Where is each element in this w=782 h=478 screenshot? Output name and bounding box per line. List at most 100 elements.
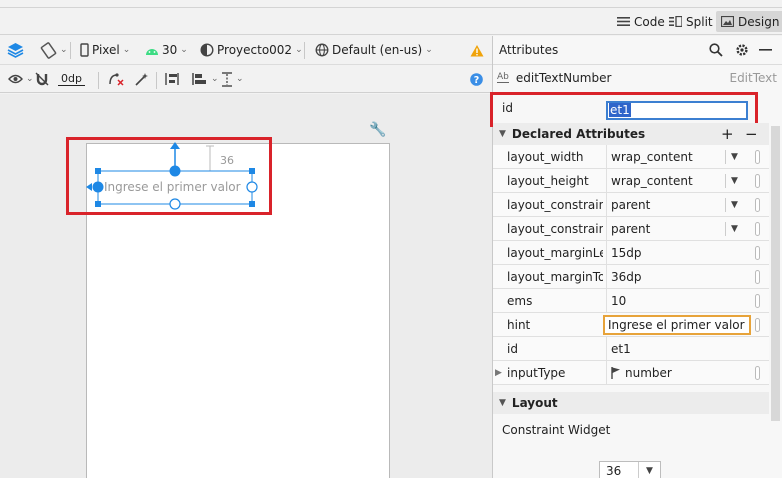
pack-button[interactable] [165,66,179,92]
component-header: Ab editTextNumber EditText [493,66,782,90]
autoconnect-toggle[interactable] [35,66,49,92]
attr-value[interactable]: 15dp [606,241,734,265]
rotate-icon [40,41,57,59]
attr-value[interactable]: 10 [606,289,734,313]
api-level-label: 30 [162,43,178,57]
constraint-margin-value: 36 [606,464,622,478]
layout-section-header[interactable]: ▼ Layout [493,392,769,414]
clear-constraints-icon [109,73,124,86]
attr-value[interactable]: number [606,361,734,385]
layers-button[interactable] [7,36,24,64]
warning-button[interactable] [470,36,484,64]
guidelines-button[interactable]: ⌄ [221,66,244,92]
chevron-down-icon: ⌄ [295,45,303,55]
search-icon[interactable] [709,43,723,57]
resource-picker-icon[interactable] [755,198,760,212]
resource-picker-icon[interactable] [755,294,760,308]
warning-icon [470,44,484,56]
view-options-button[interactable]: ⌄ [8,66,34,92]
chevron-down-icon: ⌄ [60,45,68,55]
resource-picker-icon[interactable] [755,150,760,164]
device-selector[interactable]: Pixel ⌄ [80,36,130,64]
magic-wand-icon [135,72,148,86]
add-attribute-icon[interactable]: + [721,125,734,143]
resource-picker-icon[interactable] [755,270,760,284]
align-button[interactable]: ⌄ [192,66,219,92]
attr-row-input-type[interactable]: ▶ inputType number [493,361,769,385]
window-top-strip [0,0,782,8]
attr-row-id[interactable]: id et1 [493,337,769,361]
clear-constraints-button[interactable] [108,66,124,92]
attr-row-ems[interactable]: ems 10 [493,289,769,313]
chevron-down-icon: ⌄ [180,45,188,55]
toolbar-divider [98,72,99,89]
chevron-down-icon: ⌄ [236,74,244,84]
attr-row-layout-height[interactable]: layout_height wrap_content ▼ [493,169,769,193]
attr-name: ems [507,294,533,308]
attr-name: layout_marginTop [507,270,603,284]
attr-row-layout-width[interactable]: layout_width wrap_content ▼ [493,145,769,169]
wrench-icon[interactable]: 🔧 [369,122,386,138]
attr-value[interactable]: wrap_content [606,145,734,169]
attr-row-layout-constraint-2[interactable]: layout_constrain... parent ▼ [493,217,769,241]
attr-value[interactable]: et1 [606,337,734,361]
design-canvas[interactable]: 🔧 36 Ingrese el primer valor [0,94,492,478]
gear-icon[interactable] [735,43,749,57]
attr-name: hint [507,318,531,332]
resource-picker-icon[interactable] [755,222,760,236]
default-margin-button[interactable]: 0dp [58,66,85,92]
attr-row-layout-margin-top[interactable]: layout_marginTop 36dp [493,265,769,289]
collapse-triangle-icon: ▼ [499,129,506,139]
locale-label: Default (en-us) [332,43,423,57]
component-name: editTextNumber [515,71,612,85]
attr-row-layout-constraint-1[interactable]: layout_constrain... parent ▼ [493,193,769,217]
orientation-button[interactable]: ⌄ [40,36,68,64]
view-mode-bar: Code Split Design [0,8,782,35]
code-view-button[interactable]: Code [612,11,670,32]
constraint-toolbar: ⌄ 0dp ⌄ ⌄ ? [0,66,492,93]
guideline-icon [222,71,232,87]
api-level-selector[interactable]: 30 ⌄ [145,36,188,64]
split-view-button[interactable]: Split [664,11,718,32]
attributes-panel: Attributes Ab editTextNumber EditText id… [490,36,782,478]
pack-icon [165,73,179,85]
device-label: Pixel [92,43,120,57]
flag-icon [611,367,620,379]
dropdown-arrow-icon[interactable]: ▼ [725,198,743,212]
dropdown-arrow-icon[interactable]: ▼ [638,462,660,478]
attr-value[interactable]: parent [606,217,734,241]
dropdown-arrow-icon[interactable]: ▼ [725,174,743,188]
minimize-icon[interactable] [759,49,773,52]
id-highlight-box [490,92,758,127]
resource-picker-icon[interactable] [755,366,760,380]
theme-selector[interactable]: Proyecto002 ⌄ [200,36,303,64]
dropdown-arrow-icon[interactable]: ▼ [725,150,743,164]
split-icon [669,16,682,27]
attr-row-hint[interactable]: hint Ingrese el primer valor [493,313,769,337]
design-view-button[interactable]: Design [716,11,782,32]
layout-section-title: Layout [511,396,558,410]
infer-constraints-button[interactable] [134,66,149,92]
constraint-margin-dropdown[interactable]: 36 ▼ [599,461,661,478]
dropdown-arrow-icon[interactable]: ▼ [725,222,743,236]
chevron-down-icon: ⌄ [122,45,131,55]
resource-picker-icon[interactable] [755,318,760,332]
declared-attributes-header[interactable]: ▼ Declared Attributes + − [493,123,769,145]
attr-value[interactable]: parent [606,193,734,217]
constraint-widget-label: Constraint Widget [502,423,611,437]
align-left-icon [192,73,206,85]
resource-picker-icon[interactable] [755,246,760,260]
help-button[interactable]: ? [470,66,483,92]
widget-highlight-box [66,137,272,215]
remove-attribute-icon[interactable]: − [745,125,758,143]
component-type: EditText [729,71,777,85]
resource-picker-icon[interactable] [755,174,760,188]
locale-selector[interactable]: Default (en-us) ⌄ [315,36,433,64]
expand-triangle-icon[interactable]: ▶ [495,361,502,385]
attr-row-layout-margin-left[interactable]: layout_marginLeft 15dp [493,241,769,265]
attr-value[interactable]: wrap_content [606,169,734,193]
attr-name: inputType [507,366,566,380]
panel-scrollbar[interactable] [771,126,780,421]
hint-value-input[interactable]: Ingrese el primer valor [603,315,751,335]
attr-value[interactable]: 36dp [606,265,734,289]
